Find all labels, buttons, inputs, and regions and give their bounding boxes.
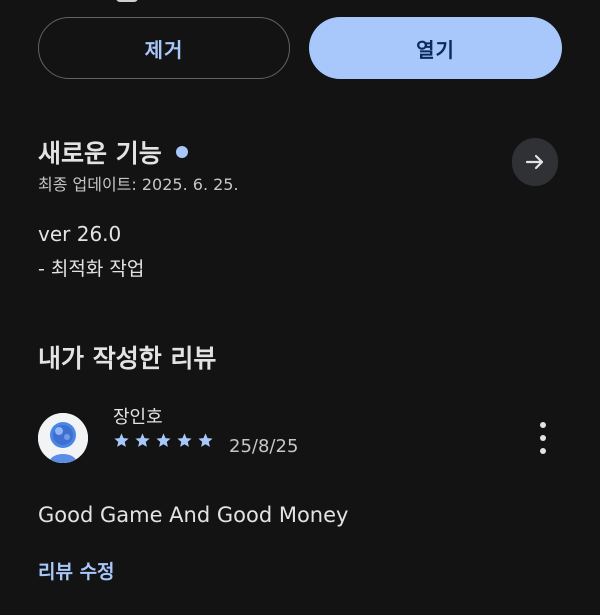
status-bar-cropped: [0, 0, 600, 4]
star-icon: [198, 433, 213, 447]
star-icon: [135, 433, 150, 447]
avatar: [38, 413, 88, 463]
star-icon: [177, 433, 192, 447]
my-review-title: 내가 작성한 리뷰: [38, 344, 217, 373]
reviewer-name: 장인호: [113, 407, 163, 428]
remove-button[interactable]: 제거: [38, 17, 290, 79]
more-dot: [540, 448, 546, 454]
last-updated-text: 최종 업데이트: 2025. 6. 25.: [38, 175, 239, 194]
version-text: ver 26.0: [38, 222, 122, 246]
edit-review-link[interactable]: 리뷰 수정: [38, 557, 115, 584]
status-icon: [116, 0, 138, 2]
release-notes: - 최적화 작업: [38, 258, 145, 280]
whats-new-arrow-button[interactable]: [512, 138, 558, 186]
more-vert-icon[interactable]: [532, 422, 554, 454]
avatar-icon: [38, 413, 88, 463]
whats-new-title: 새로운 기능: [38, 139, 162, 168]
more-dot: [540, 422, 546, 428]
more-dot: [540, 435, 546, 441]
my-review-heading: 내가 작성한 리뷰: [38, 339, 216, 375]
whats-new-heading: 새로운 기능: [38, 134, 188, 170]
review-text: Good Game And Good Money: [38, 503, 349, 527]
arrow-right-icon: [525, 154, 544, 170]
review-date: 25/8/25: [229, 436, 299, 457]
star-icon: [114, 433, 129, 447]
open-button[interactable]: 열기: [309, 17, 562, 79]
new-dot-icon: [175, 146, 188, 158]
star-icon: [156, 433, 171, 447]
star-rating: [113, 432, 214, 449]
